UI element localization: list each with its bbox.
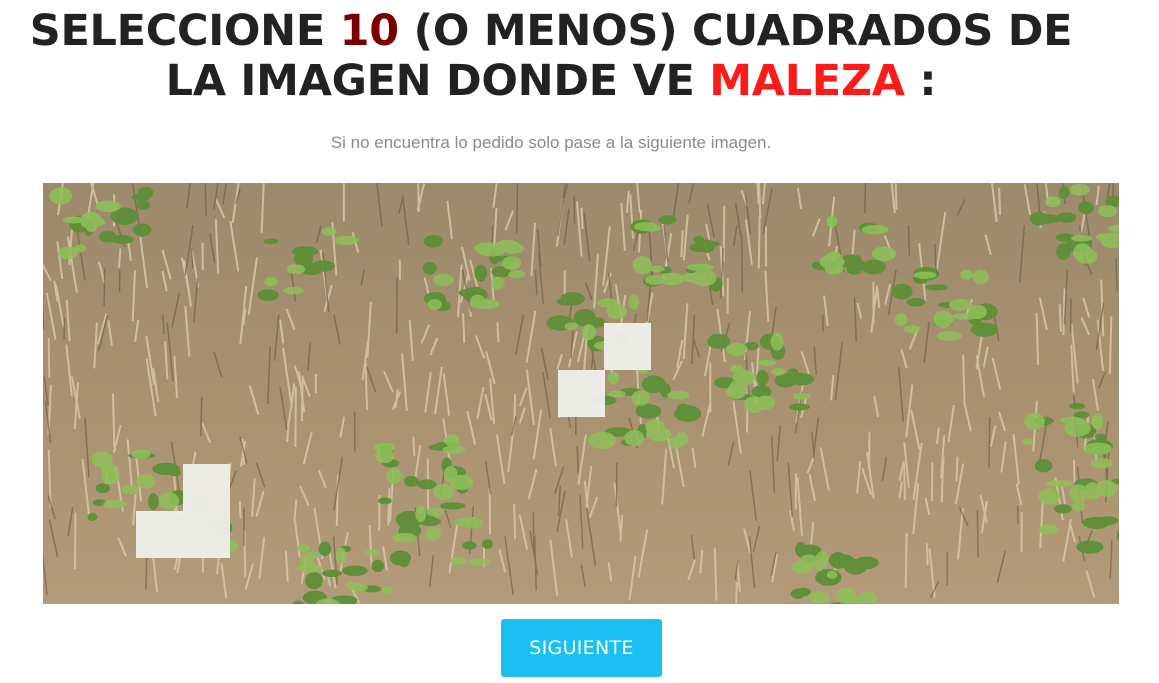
title-text-start: SELECCIONE: [29, 6, 340, 56]
selection-limit-number: 10: [339, 6, 400, 56]
grid-cell-selected[interactable]: [183, 511, 230, 558]
next-button[interactable]: SIGUIENTE: [501, 619, 662, 677]
grid-cell-selected[interactable]: [183, 464, 230, 511]
grid-cell-selected[interactable]: [136, 511, 183, 558]
target-object-label: MALEZA: [709, 56, 905, 106]
captcha-image-grid[interactable]: [43, 183, 1119, 604]
instructions-text: Si no encuentra lo pedido solo pase a la…: [330, 133, 772, 152]
grid-cell-selected[interactable]: [558, 370, 605, 417]
title-text-end: :: [904, 56, 937, 106]
page-title: SELECCIONE 10 (O MENOS) CUADRADOS DE LA …: [0, 6, 1102, 106]
grid-cell-selected[interactable]: [604, 323, 651, 370]
